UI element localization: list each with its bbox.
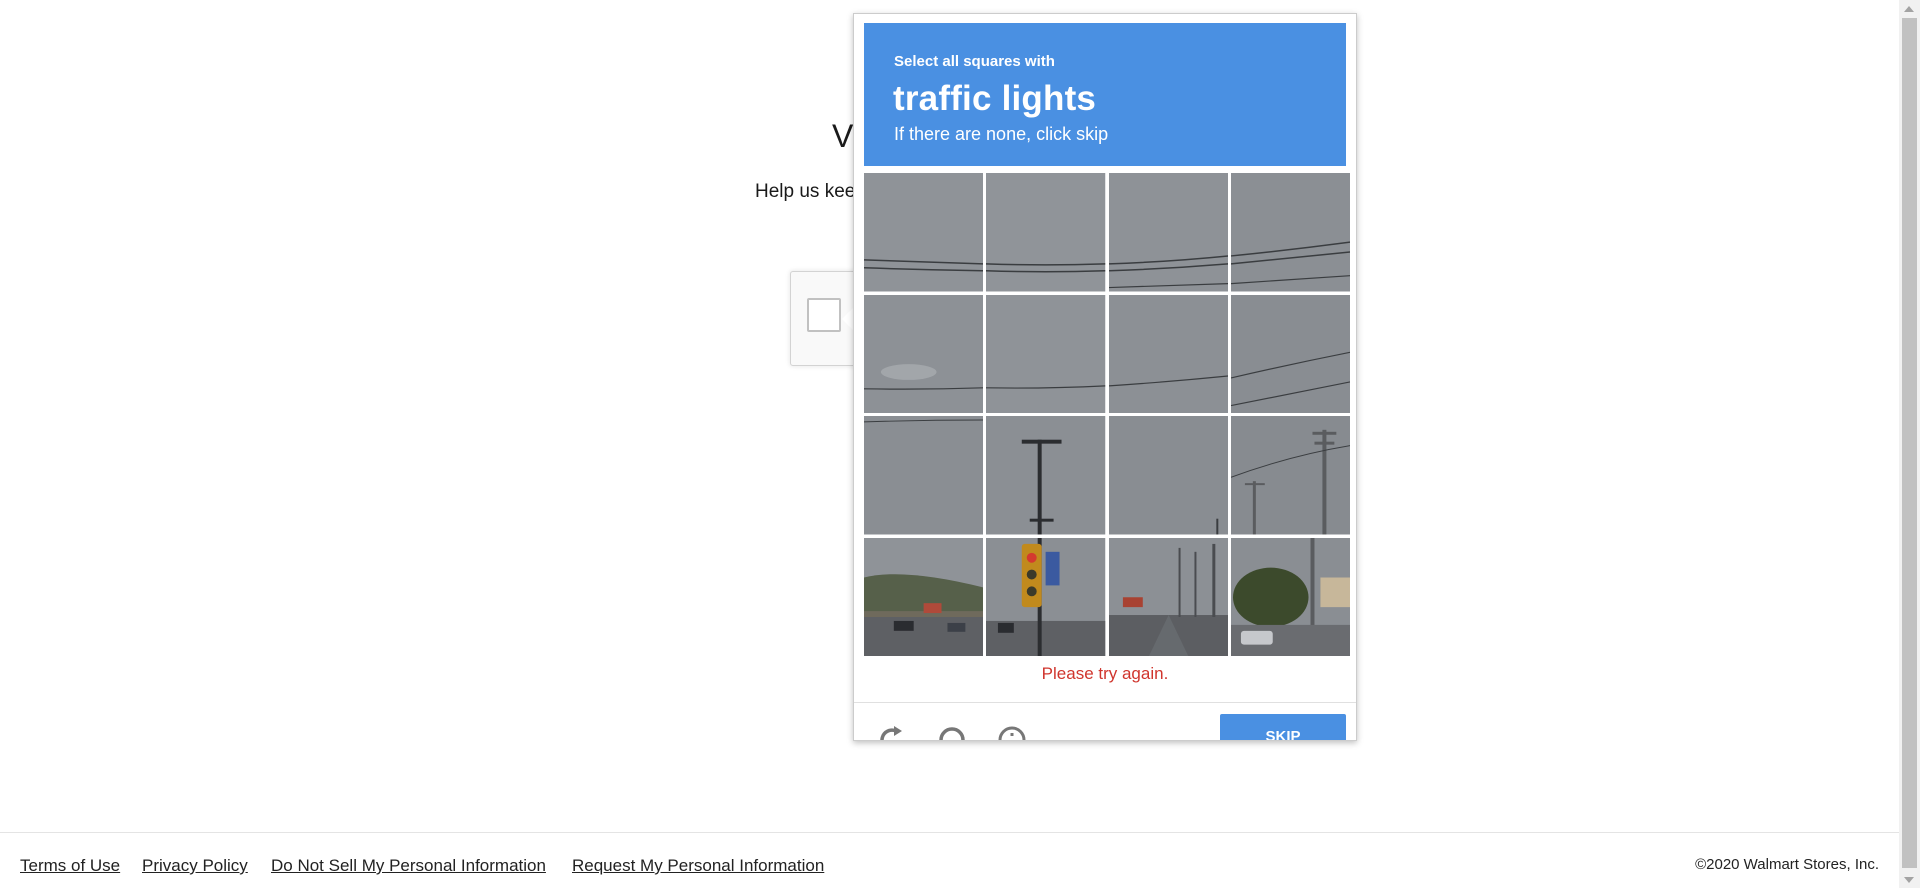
image-tile-r4c4[interactable] [1230, 537, 1350, 656]
footer-divider [854, 702, 1356, 703]
scroll-up-icon[interactable] [1904, 6, 1914, 12]
recaptcha-checkbox[interactable] [807, 298, 841, 332]
scroll-down-icon[interactable] [1904, 877, 1914, 883]
image-tile-r2c2[interactable] [986, 294, 1106, 413]
image-tile-r3c4[interactable] [1230, 416, 1350, 535]
recaptcha-challenge-dialog: Select all squares with traffic lights I… [853, 13, 1357, 741]
challenge-header: Select all squares with traffic lights I… [864, 23, 1346, 166]
copyright-text: ©2020 Walmart Stores, Inc. [1695, 856, 1879, 873]
page-footer: Terms of Use Privacy Policy Do Not Sell … [0, 832, 1899, 889]
skip-button[interactable]: SKIP [1220, 714, 1346, 740]
challenge-pointer [842, 308, 853, 330]
image-tile-r1c1[interactable] [864, 173, 984, 292]
instruction-object: traffic lights [893, 79, 1097, 118]
image-tile-r2c3[interactable] [1108, 294, 1228, 413]
image-tile-r3c1[interactable] [864, 416, 984, 535]
footer-link-request-info[interactable]: Request My Personal Information [572, 856, 824, 876]
image-tile-r2c1[interactable] [864, 294, 984, 413]
vertical-scrollbar[interactable] [1899, 0, 1920, 888]
scrollbar-thumb[interactable] [1902, 18, 1917, 868]
image-tile-r1c3[interactable] [1108, 173, 1228, 292]
footer-link-terms[interactable]: Terms of Use [20, 856, 120, 876]
image-tile-r3c3[interactable] [1108, 416, 1228, 535]
audio-icon[interactable] [936, 724, 968, 740]
instruction-text: Select all squares with [894, 53, 1055, 70]
footer-link-privacy[interactable]: Privacy Policy [142, 856, 248, 876]
image-tile-r2c4[interactable] [1230, 294, 1350, 413]
image-tile-r4c3[interactable] [1108, 537, 1228, 656]
page-subtext: Help us kee [755, 181, 856, 202]
error-message: Please try again. [1041, 664, 1169, 683]
image-tile-r4c1[interactable] [864, 537, 984, 656]
image-tile-grid [864, 173, 1350, 656]
image-tile-r1c2[interactable] [986, 173, 1106, 292]
image-tile-r4c2[interactable] [986, 537, 1106, 656]
image-tile-r1c4[interactable] [1230, 173, 1350, 292]
instruction-hint: If there are none, click skip [894, 124, 1109, 144]
image-tile-r3c2[interactable] [986, 416, 1106, 535]
footer-link-do-not-sell[interactable]: Do Not Sell My Personal Information [271, 856, 546, 876]
reload-icon[interactable] [876, 724, 908, 740]
info-icon[interactable] [996, 724, 1028, 740]
